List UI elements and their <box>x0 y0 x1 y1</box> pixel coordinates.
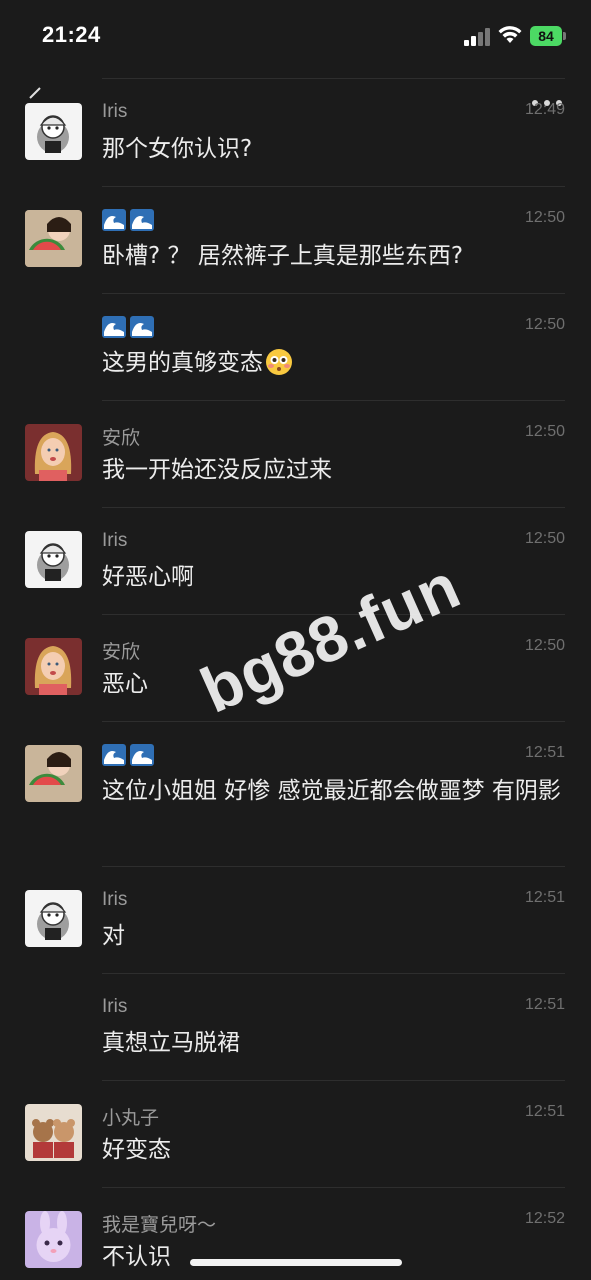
cellular-signal-icon <box>464 28 492 46</box>
message-item[interactable]: 12:51 这位小姐姐 好惨 感觉最近都会做噩梦 有阴影 <box>0 722 591 866</box>
avatar-iris-icon <box>37 115 69 153</box>
message-item[interactable]: Iris 12:51 对 <box>0 867 591 973</box>
sender-name: 安欣 <box>102 428 141 449</box>
message-text: 那个女你认识? <box>102 136 253 162</box>
message-text: 好变态 <box>102 1137 171 1163</box>
home-indicator[interactable] <box>190 1259 402 1266</box>
avatar[interactable] <box>25 531 82 588</box>
wave-emoji-icon <box>102 316 126 338</box>
avatar-iris-icon <box>37 543 69 581</box>
sender-name: 安欣 <box>102 642 141 663</box>
message-text: 卧槽? ？ 居然裤子上真是那些东西? <box>102 243 464 269</box>
sender-name: Iris <box>102 101 128 122</box>
avatar[interactable] <box>25 745 82 802</box>
message-time: 12:52 <box>524 1210 565 1227</box>
sender-name <box>102 316 158 338</box>
avatar[interactable] <box>25 1211 82 1268</box>
message-item[interactable]: Iris 12:50 好恶心啊 <box>0 508 591 614</box>
status-time: 21:24 <box>42 22 101 47</box>
wifi-icon <box>498 26 522 43</box>
message-time: 12:51 <box>524 1103 565 1120</box>
message-time: 12:51 <box>524 996 565 1013</box>
message-time: 12:51 <box>524 744 565 761</box>
wave-emoji-icon <box>102 209 126 231</box>
message-time: 12:50 <box>524 423 565 440</box>
message-time: 12:50 <box>524 316 565 333</box>
message-text: 这男的真够变态 <box>102 345 568 381</box>
sender-name: Iris <box>102 889 128 910</box>
sender-name <box>102 744 158 766</box>
message-text: 对 <box>102 923 125 949</box>
sender-name: Iris <box>102 996 128 1017</box>
message-text: 不认识 <box>102 1244 171 1270</box>
sender-name: Iris <box>102 530 128 551</box>
avatar[interactable] <box>25 1104 82 1161</box>
message-text: 这位小姐姐 好惨 感觉最近都会做噩梦 有阴影 <box>102 778 561 804</box>
message-text-content: 这男的真够变态 <box>102 350 263 376</box>
message-item[interactable]: 12:50 这男的真够变态 <box>0 294 591 400</box>
battery-tip <box>563 32 566 40</box>
avatar[interactable] <box>25 210 82 267</box>
sender-name: 我是寶兒呀～ <box>102 1215 217 1236</box>
sender-name: 小丸子 <box>102 1108 160 1129</box>
sender-name <box>102 209 158 231</box>
message-time: 12:51 <box>524 889 565 906</box>
avatar-teddy-bears-icon <box>25 1104 82 1161</box>
avatar[interactable] <box>25 890 82 947</box>
message-text: 真想立马脱裙 <box>102 1030 240 1056</box>
message-time: 12:50 <box>524 637 565 654</box>
avatar[interactable] <box>25 638 82 695</box>
message-time: 12:49 <box>524 101 565 118</box>
message-text: 好恶心啊 <box>102 564 194 590</box>
message-item[interactable]: 12:50 卧槽? ？ 居然裤子上真是那些东西? <box>0 187 591 293</box>
status-bar: 21:24 84 <box>0 0 591 70</box>
wave-emoji-icon <box>102 744 126 766</box>
message-item[interactable]: Iris 12:51 真想立马脱裙 <box>0 974 591 1080</box>
avatar-iris-icon <box>37 902 69 940</box>
wave-emoji-icon <box>130 744 154 766</box>
wave-emoji-icon <box>130 209 154 231</box>
battery-icon: 84 <box>530 26 562 46</box>
avatar-blonde-girl-icon <box>25 424 82 481</box>
message-text: 我一开始还没反应过来 <box>102 457 332 483</box>
avatar[interactable] <box>25 103 82 160</box>
message-time: 12:50 <box>524 209 565 226</box>
avatar-watermelon-girl-icon <box>25 210 82 267</box>
message-item[interactable]: 我是寶兒呀～ 12:52 不认识 <box>0 1188 591 1280</box>
avatar-watermelon-girl-icon <box>25 745 82 802</box>
avatar[interactable] <box>25 424 82 481</box>
message-item[interactable]: Iris 12:49 那个女你认识? <box>0 79 591 186</box>
avatar-blonde-girl-icon <box>25 638 82 695</box>
message-item[interactable]: 安欣 12:50 我一开始还没反应过来 <box>0 401 591 507</box>
message-item[interactable]: 小丸子 12:51 好变态 <box>0 1081 591 1187</box>
avatar-purple-bunny-icon <box>25 1211 82 1268</box>
flushed-emoji-icon <box>266 349 292 375</box>
message-time: 12:50 <box>524 530 565 547</box>
wave-emoji-icon <box>130 316 154 338</box>
